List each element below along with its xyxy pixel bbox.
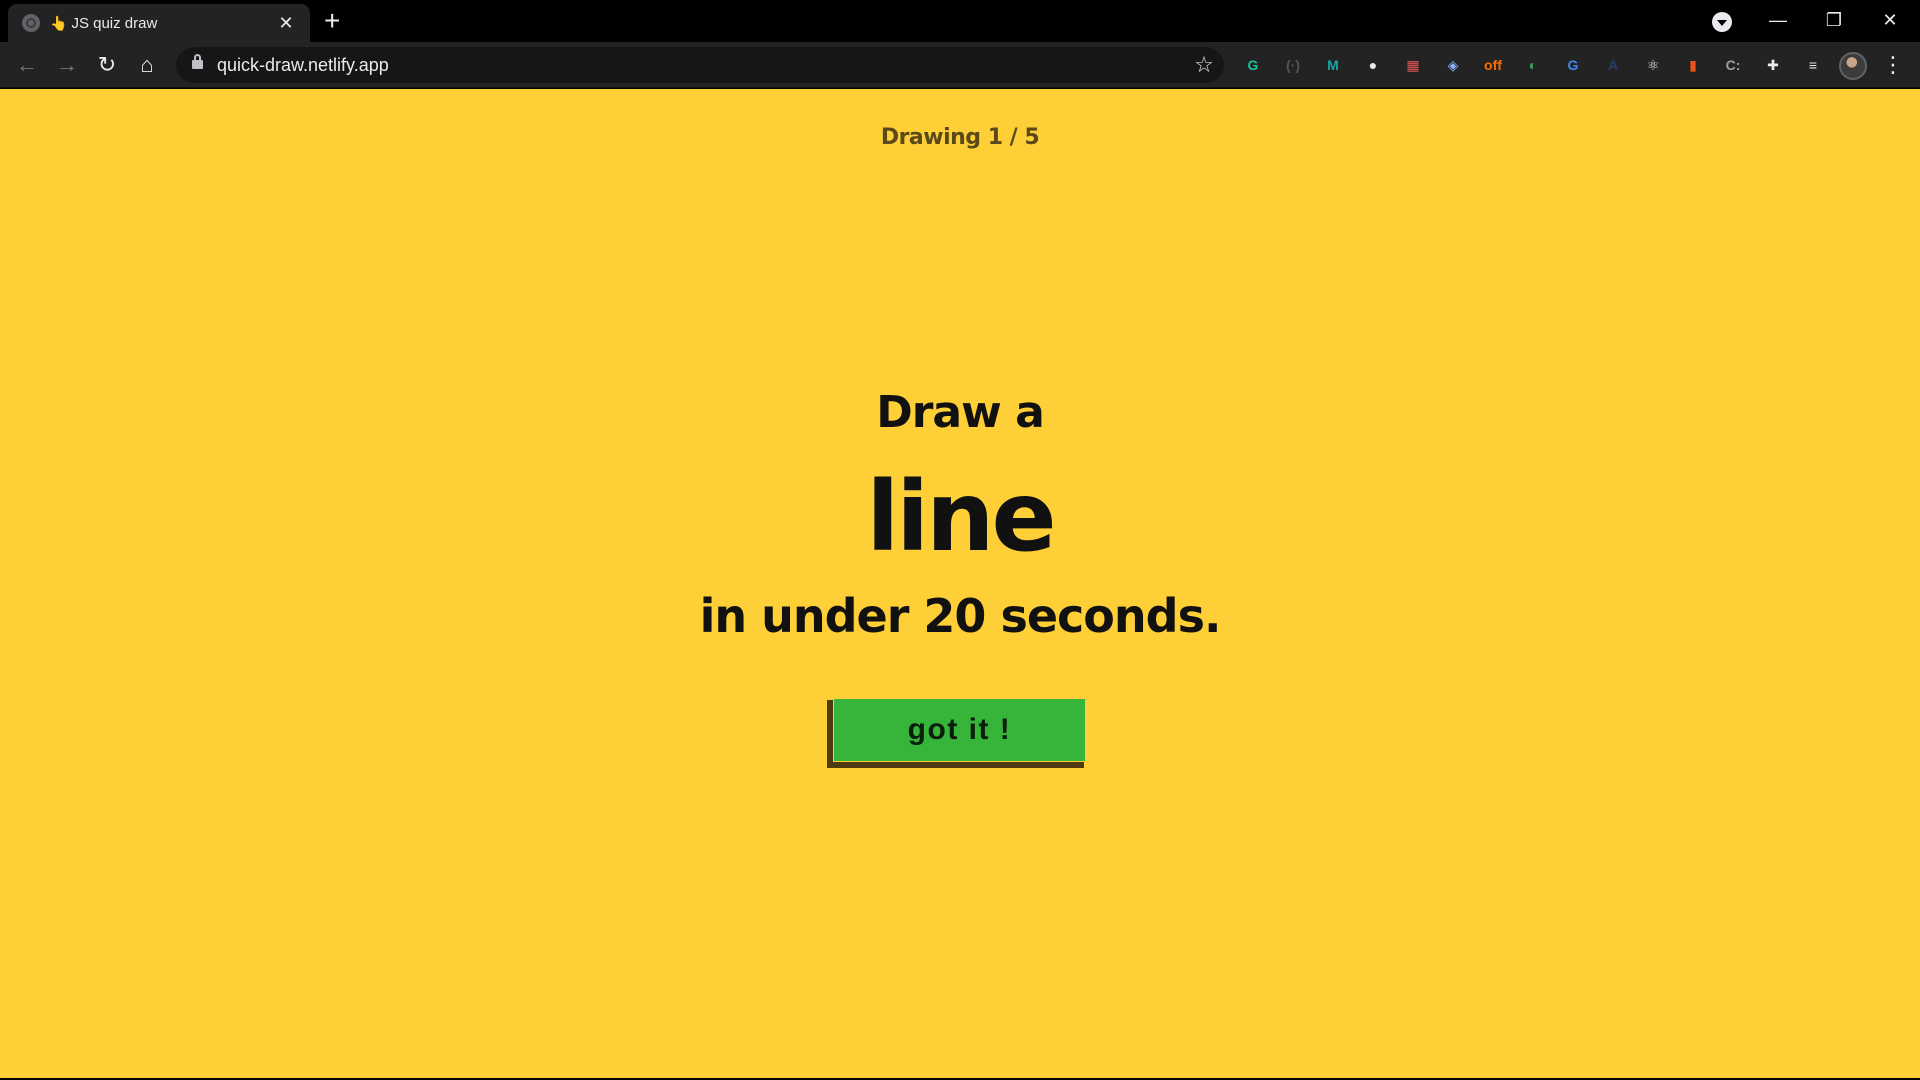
react-icon[interactable]: ⚛ <box>1638 50 1668 80</box>
m-ext-icon[interactable]: M <box>1318 50 1348 80</box>
browser-toolbar: ← → ↻ ⌂ quick-draw.netlify.app ☆ G (·) M ● ▦… <box>0 42 1920 88</box>
circle-ext-icon[interactable]: A <box>1598 50 1628 80</box>
restore-button[interactable]: ❐ <box>1806 4 1862 36</box>
shield-ext-icon[interactable]: ◈ <box>1438 50 1468 80</box>
browser-menu-button[interactable]: ⋮ <box>1878 50 1908 80</box>
active-tab[interactable]: 👆 JS quiz draw ✕ <box>8 4 310 42</box>
drawing-progress: Drawing 1 / 5 <box>880 125 1040 150</box>
off-badge-ext-icon[interactable]: off <box>1478 50 1508 80</box>
quiz-page: Drawing 1 / 5 Draw a line in under 20 se… <box>0 89 1920 1078</box>
bottle-ext-icon[interactable]: ▮ <box>1678 50 1708 80</box>
got-it-button[interactable]: got it ! <box>834 699 1085 761</box>
back-button[interactable]: ← <box>12 50 42 80</box>
playlist-icon[interactable]: ≡ <box>1798 50 1828 80</box>
close-window-button[interactable]: ✕ <box>1862 4 1918 36</box>
grid-ext-icon[interactable]: ▦ <box>1398 50 1428 80</box>
media-control-icon[interactable] <box>1712 12 1732 32</box>
tab-title: JS quiz draw <box>71 14 158 32</box>
prompt-suffix: in under 20 seconds. <box>699 589 1222 643</box>
tab-strip: 👆 JS quiz draw ✕ + — ❐ ✕ <box>0 0 1920 42</box>
browser-window: 👆 JS quiz draw ✕ + — ❐ ✕ ← → ↻ ⌂ quick-d… <box>0 0 1920 1080</box>
address-bar[interactable]: quick-draw.netlify.app ☆ <box>176 47 1224 83</box>
css-ext-icon[interactable]: C: <box>1718 50 1748 80</box>
reload-button[interactable]: ↻ <box>92 50 122 80</box>
bookmark-star-icon[interactable]: ☆ <box>1184 52 1224 78</box>
url-text[interactable]: quick-draw.netlify.app <box>217 55 1184 76</box>
minimize-button[interactable]: — <box>1750 4 1806 36</box>
github-icon[interactable]: ● <box>1358 50 1388 80</box>
pointing-hand-icon: 👆 <box>50 14 68 31</box>
profile-avatar[interactable] <box>1839 52 1867 80</box>
globe-icon <box>22 14 40 32</box>
new-tab-button[interactable]: + <box>324 6 340 36</box>
grammarly-icon[interactable]: G <box>1238 50 1268 80</box>
prompt-word: line <box>866 461 1056 573</box>
tab-close-icon[interactable]: ✕ <box>276 13 296 34</box>
translate-icon[interactable]: G <box>1558 50 1588 80</box>
lock-icon[interactable] <box>192 54 203 71</box>
puzzle-icon[interactable]: ✚ <box>1758 50 1788 80</box>
home-button[interactable]: ⌂ <box>132 50 162 80</box>
forward-button[interactable]: → <box>52 50 82 80</box>
colorful-ext-icon[interactable]: ◐ <box>1518 50 1548 80</box>
extensions-bar: G (·) M ● ▦ ◈ off ◐ G A ⚛ ▮ C: ✚ ≡ <box>1238 50 1838 80</box>
code-ext-icon[interactable]: (·) <box>1278 50 1308 80</box>
prompt-prefix: Draw a <box>876 387 1045 438</box>
